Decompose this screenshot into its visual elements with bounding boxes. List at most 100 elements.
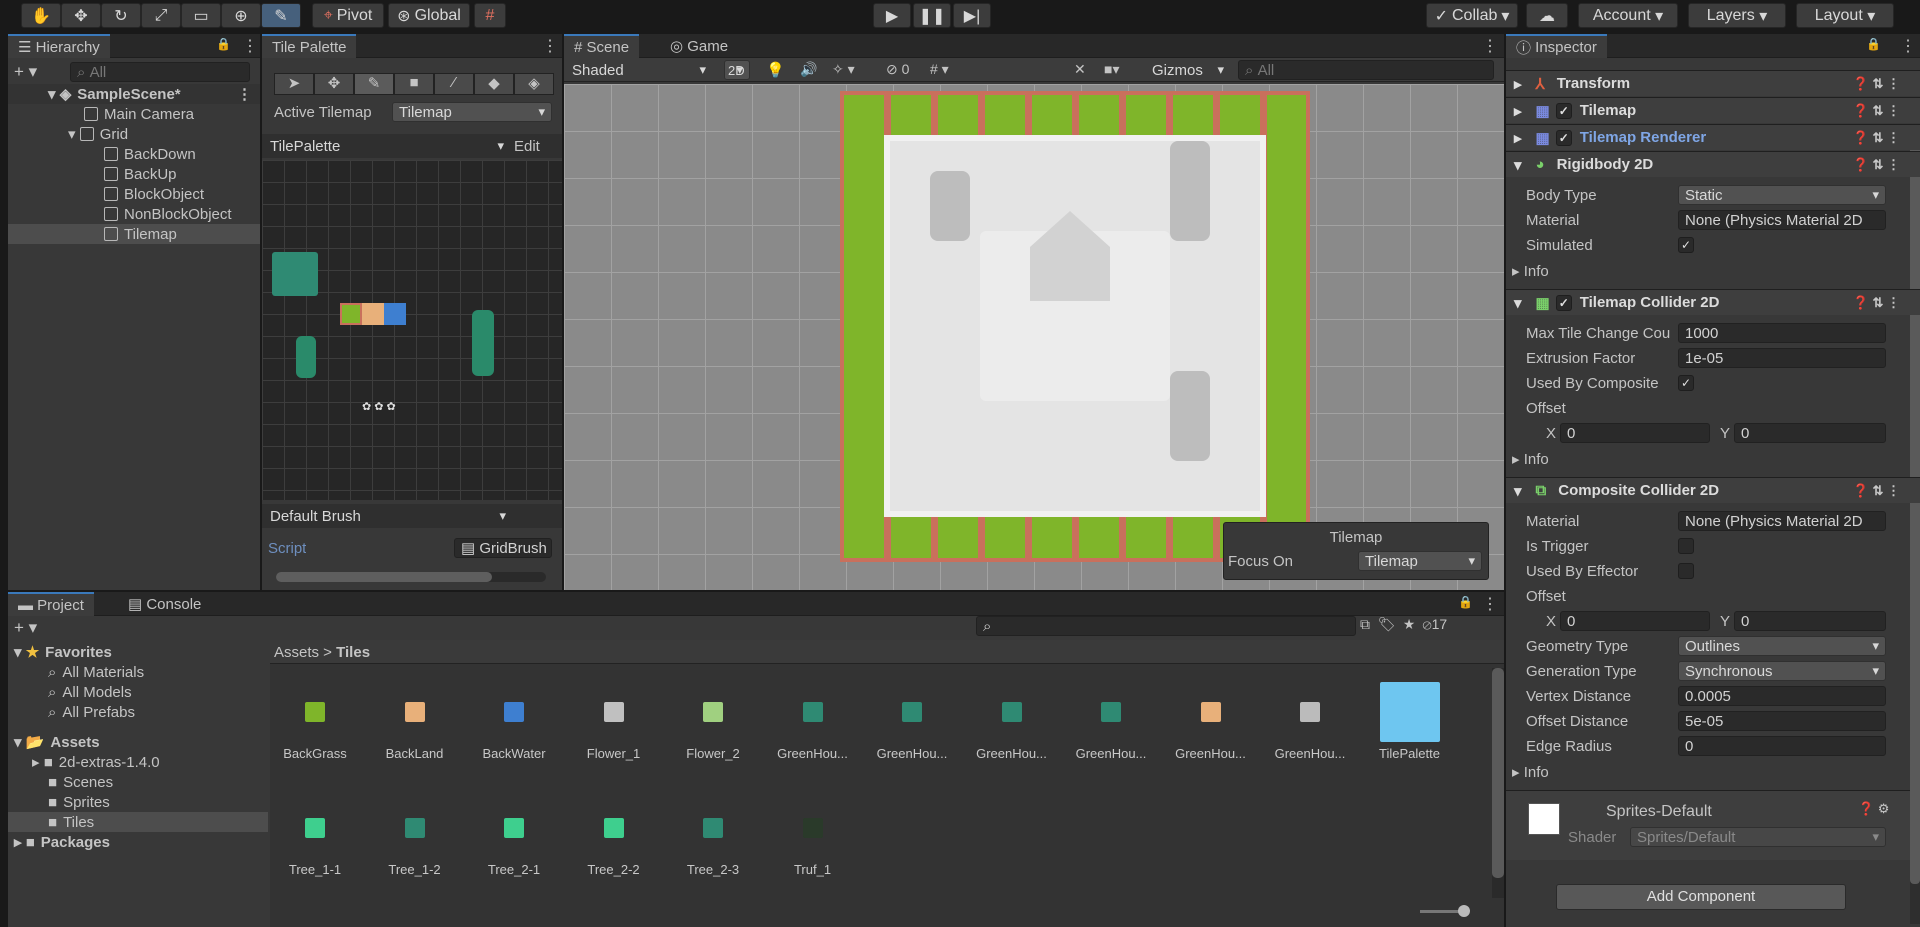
water-tile[interactable] [384,303,406,325]
move-tool-icon[interactable]: ✥ [61,3,101,28]
palette-dropdown[interactable]: TilePalette [264,136,510,156]
effects-icon[interactable]: ✧ ▾ [832,61,855,78]
favorite-item[interactable]: ⌕ All Prefabs [8,702,268,722]
brush-dropdown[interactable]: Default Brush [264,506,512,526]
transform-tool-icon[interactable]: ⊕ [221,3,261,28]
scene-row[interactable]: ▾ ◈ SampleScene* ⋮ [8,84,260,104]
tab-tile-palette[interactable]: Tile Palette [262,34,357,58]
mode-2d-button[interactable]: 2D [724,60,750,80]
tab-scene[interactable]: # Scene [564,34,640,58]
asset-item[interactable]: GreenHou... [967,702,1057,761]
asset-item[interactable]: BackWater [469,702,559,761]
breadcrumb-assets[interactable]: Assets [274,644,319,661]
offset-x-input[interactable]: 0 [1560,423,1710,443]
simulated-checkbox[interactable]: ✓ [1678,237,1694,253]
component-tilemap[interactable]: ▸ ▦ ✓ Tilemap ❓ ⇅ ⋮ [1506,97,1920,123]
palette-grid[interactable]: ✿ ✿ ✿ [262,160,562,500]
shading-dropdown[interactable]: Shaded [566,60,712,80]
greenhouse-tile[interactable] [272,252,318,296]
folder-item[interactable]: ■ Sprites [8,792,268,812]
filter-icons[interactable]: ⧉ 🏷 ★ ⊘17 [1360,616,1447,633]
camera-icon[interactable]: ■▾ [1104,61,1119,78]
vertical-scrollbar[interactable] [1910,144,1920,924]
offset-y-input[interactable]: 0 [1734,423,1886,443]
lock-icon[interactable]: 🔒 [1458,595,1473,609]
script-field[interactable]: ▤ GridBrush [454,538,552,558]
land-tile[interactable] [362,303,384,325]
hierarchy-item[interactable]: ▾ Grid [8,124,260,144]
tools-icon[interactable]: ✕ [1074,61,1086,78]
grass-tile[interactable] [340,303,362,325]
extrusion-input[interactable]: 1e-05 [1678,348,1886,368]
tree-tile[interactable] [472,310,494,376]
menu-icon[interactable]: ⋮ [242,36,258,56]
offset-x-input[interactable]: 0 [1560,611,1710,631]
audio-icon[interactable]: 🔊 [800,61,817,78]
tab-game[interactable]: ◎ Game [660,34,738,58]
cloud-icon[interactable]: ☁ [1526,3,1568,28]
asset-item[interactable]: GreenHou... [867,702,957,761]
hand-tool-icon[interactable]: ✋ [21,3,61,28]
eraser-icon[interactable]: ◆ [474,73,514,95]
favorite-item[interactable]: ⌕ All Materials [8,662,268,682]
asset-item[interactable]: Tree_2-3 [668,818,758,877]
asset-item[interactable]: GreenHou... [1166,702,1256,761]
hierarchy-item[interactable]: BackUp [8,164,260,184]
menu-icon[interactable]: ⋮ [1482,36,1498,56]
assets-row[interactable]: ▾ 📂 Assets [8,732,268,752]
lock-icon[interactable]: 🔒 [1866,37,1881,51]
step-button[interactable]: ▶| [953,3,991,28]
global-button[interactable]: ⊛ Global [388,3,470,28]
select-tool-icon[interactable]: ➤ [274,73,314,95]
info-foldout[interactable]: ▸ Info [1512,262,1549,280]
scene-viewport[interactable]: Tilemap Focus On Tilemap [564,84,1504,590]
account-dropdown[interactable]: Account ▾ [1578,3,1678,28]
tab-project[interactable]: ▬ Project [8,592,94,616]
info-foldout[interactable]: ▸ Info [1512,450,1549,468]
horizontal-scrollbar[interactable] [276,572,546,582]
component-composite-collider-2d[interactable]: ▾ ⧉ Composite Collider 2D ❓ ⇅ ⋮ [1506,477,1920,503]
asset-item[interactable]: Flower_1 [569,702,659,761]
component-tilemap-renderer[interactable]: ▸ ▦ ✓ Tilemap Renderer ❓ ⇅ ⋮ [1506,124,1920,150]
collab-button[interactable]: ✓ Collab ▾ [1426,3,1518,28]
rect-tool-icon[interactable]: ▭ [181,3,221,28]
grid-icon[interactable]: # ▾ [930,61,949,78]
tab-hierarchy[interactable]: ☰ Hierarchy [8,34,110,58]
add-component-button[interactable]: Add Component [1556,884,1846,910]
scene-search-input[interactable]: ⌕ All [1238,60,1494,80]
lock-icon[interactable]: 🔒 [216,37,231,51]
asset-item[interactable]: TilePalette [1365,682,1455,761]
pivot-button[interactable]: ⌖ Pivot [312,3,384,28]
asset-item[interactable]: BackGrass [270,702,360,761]
move-tool-icon[interactable]: ✥ [314,73,354,95]
used-by-effector-checkbox[interactable] [1678,563,1694,579]
menu-icon[interactable]: ⋮ [1900,36,1916,56]
vertex-distance-input[interactable]: 0.0005 [1678,686,1886,706]
breadcrumb-tiles[interactable]: Tiles [336,644,370,661]
folder-item[interactable]: ■ Scenes [8,772,268,792]
play-button[interactable]: ▶ [873,3,911,28]
material-field[interactable]: None (Physics Material 2D [1678,210,1886,230]
hierarchy-item[interactable]: NonBlockObject [8,204,260,224]
menu-icon[interactable]: ⋮ [1482,594,1498,614]
hierarchy-search-input[interactable]: ⌕ All [70,62,250,82]
asset-item[interactable]: GreenHou... [1265,702,1355,761]
layout-dropdown[interactable]: Layout ▾ [1796,3,1894,28]
edge-radius-input[interactable]: 0 [1678,736,1886,756]
geometry-type-dropdown[interactable]: Outlines [1678,636,1886,656]
folder-item-selected[interactable]: ■ Tiles [8,812,268,832]
gizmos-dropdown[interactable]: Gizmos [1146,60,1230,80]
add-icon[interactable]: + ▾ [14,62,37,82]
layers-dropdown[interactable]: Layers ▾ [1688,3,1786,28]
info-foldout[interactable]: ▸ Info [1512,763,1549,781]
favorite-item[interactable]: ⌕ All Models [8,682,268,702]
flower-tiles[interactable]: ✿ ✿ ✿ [362,400,422,414]
generation-type-dropdown[interactable]: Synchronous [1678,661,1886,681]
custom-tool-icon[interactable]: ✎ [261,3,301,28]
tab-console[interactable]: ▤ Console [118,592,211,616]
zoom-slider[interactable] [1420,905,1470,917]
box-fill-icon[interactable]: ■ [394,73,434,95]
rotate-tool-icon[interactable]: ↻ [101,3,141,28]
component-tilemap-collider-2d[interactable]: ▾ ▦ ✓ Tilemap Collider 2D ❓ ⇅ ⋮ [1506,289,1920,315]
material-field[interactable]: None (Physics Material 2D [1678,511,1886,531]
